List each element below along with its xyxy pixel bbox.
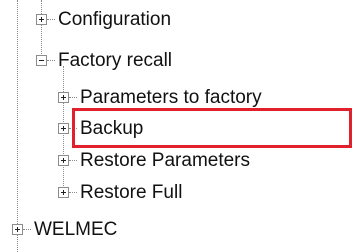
- tree-item-factory-recall[interactable]: Factory recall: [0, 46, 352, 76]
- highlight-box: [72, 108, 352, 148]
- tree-view: Configuration Factory recall Parameters …: [0, 0, 352, 252]
- tree-item-label[interactable]: Restore Parameters: [77, 148, 253, 174]
- plus-icon[interactable]: [58, 187, 69, 198]
- plus-icon[interactable]: [58, 92, 69, 103]
- plus-icon[interactable]: [12, 224, 23, 235]
- plus-icon[interactable]: [36, 14, 47, 25]
- plus-icon[interactable]: [58, 123, 69, 134]
- tree-item-welmec[interactable]: WELMEC: [0, 215, 352, 245]
- tree-item-configuration[interactable]: Configuration: [0, 5, 352, 35]
- tree-item-restore-parameters[interactable]: Restore Parameters: [0, 146, 352, 176]
- tree-item-label[interactable]: Configuration: [55, 7, 174, 33]
- tree-item-label[interactable]: Restore Full: [77, 180, 185, 206]
- tree-item-label[interactable]: WELMEC: [31, 217, 120, 243]
- tree-item-label[interactable]: Factory recall: [55, 48, 175, 74]
- tree-item-restore-full[interactable]: Restore Full: [0, 178, 352, 208]
- minus-icon[interactable]: [36, 55, 47, 66]
- plus-icon[interactable]: [58, 155, 69, 166]
